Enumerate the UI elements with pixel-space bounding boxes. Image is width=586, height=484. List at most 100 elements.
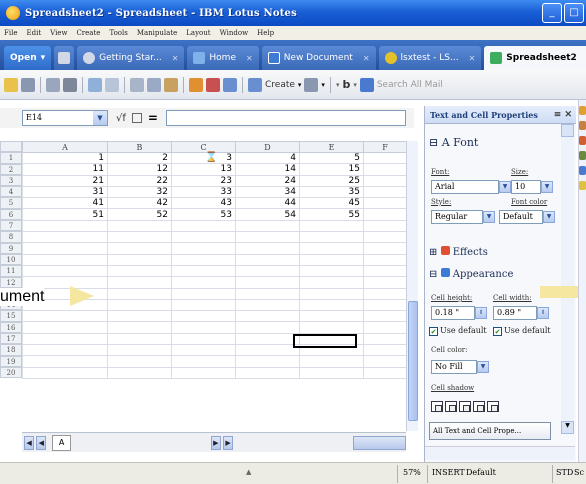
cell[interactable] <box>107 287 172 300</box>
star-icon[interactable] <box>579 181 586 190</box>
cell[interactable]: 25 <box>299 174 364 187</box>
cell[interactable] <box>363 174 407 187</box>
cell[interactable] <box>107 332 172 346</box>
todo-icon[interactable] <box>579 151 586 160</box>
cell[interactable] <box>22 242 108 255</box>
tab-lsxtest[interactable]: lsxtest - LS... ✕ <box>378 46 482 70</box>
cell[interactable] <box>363 231 407 244</box>
use-default-width-checkbox[interactable]: ✔ Use default <box>493 326 551 336</box>
row-header[interactable]: 10 <box>0 253 22 266</box>
cell[interactable]: 45 <box>299 197 364 210</box>
tab-switcher[interactable] <box>54 46 75 70</box>
cell[interactable]: 2 <box>107 151 172 165</box>
cell[interactable] <box>363 242 407 255</box>
sametime-icon[interactable] <box>579 166 586 175</box>
menu-edit[interactable]: Edit <box>26 29 41 37</box>
chevron-down-icon[interactable]: ▼ <box>499 181 511 193</box>
cell[interactable] <box>299 253 364 266</box>
search-input[interactable]: Search All Mail <box>377 80 443 90</box>
chevron-down-icon[interactable]: ▼ <box>483 211 495 223</box>
cell-height-input[interactable]: 0.18 " <box>431 306 475 320</box>
cell[interactable]: 42 <box>107 197 172 210</box>
column-header[interactable]: E <box>299 141 364 153</box>
save-icon[interactable] <box>21 77 35 92</box>
column-header[interactable]: D <box>235 141 300 153</box>
cell[interactable] <box>107 231 172 244</box>
cell[interactable]: 52 <box>107 208 172 221</box>
close-icon[interactable]: ✕ <box>246 54 253 63</box>
cell[interactable] <box>107 355 172 368</box>
row-header[interactable]: 6 <box>0 208 22 221</box>
cell[interactable]: 4 <box>235 151 300 165</box>
row-header[interactable]: 20 <box>0 366 22 379</box>
style-select[interactable]: Regular <box>431 210 483 224</box>
cell[interactable] <box>107 366 172 379</box>
cell[interactable]: 31 <box>22 185 108 199</box>
cell[interactable] <box>363 355 407 368</box>
cell[interactable] <box>171 355 236 368</box>
cell[interactable]: 34 <box>235 185 300 199</box>
print-icon[interactable] <box>63 77 77 92</box>
maximize-button[interactable]: □ <box>564 3 584 23</box>
cell[interactable]: 12 <box>107 163 172 176</box>
cell[interactable] <box>107 298 172 312</box>
font-select[interactable]: Arial <box>431 180 499 194</box>
cell[interactable] <box>235 253 300 266</box>
scrollbar-thumb[interactable] <box>408 301 418 421</box>
cell[interactable] <box>299 242 364 255</box>
cell[interactable] <box>235 219 300 233</box>
column-header[interactable]: B <box>107 141 172 153</box>
cell[interactable] <box>299 321 364 334</box>
menu-view[interactable]: View <box>50 29 67 37</box>
search-scope-icon[interactable] <box>359 77 374 92</box>
cell[interactable] <box>235 298 300 312</box>
column-header[interactable]: A <box>22 141 108 153</box>
bold-button[interactable]: b <box>342 78 350 91</box>
cell[interactable] <box>171 298 236 312</box>
cell[interactable] <box>235 276 300 289</box>
format-icon[interactable] <box>46 77 60 92</box>
chevron-down-icon[interactable]: ▾ <box>298 81 302 89</box>
cell[interactable]: 44 <box>235 197 300 210</box>
tab-spreadsheet2[interactable]: Spreadsheet2✕ <box>484 46 586 70</box>
undo-icon[interactable] <box>88 77 102 92</box>
cell[interactable]: 15 <box>299 163 364 176</box>
cell[interactable] <box>363 321 407 334</box>
cell[interactable] <box>299 276 364 289</box>
cell[interactable] <box>235 344 300 357</box>
scroll-down-icon[interactable]: ▼ <box>561 421 574 434</box>
all-text-cell-properties-button[interactable]: All Text and Cell Prope... <box>429 422 551 440</box>
cell[interactable]: 33 <box>171 185 236 199</box>
cell[interactable] <box>171 332 236 346</box>
cell[interactable] <box>22 276 108 289</box>
cell[interactable] <box>171 219 236 233</box>
cell[interactable] <box>22 219 108 233</box>
row-header[interactable]: 8 <box>0 231 22 243</box>
cell[interactable] <box>22 231 108 244</box>
cell[interactable]: 53 <box>171 208 236 221</box>
column-header[interactable]: C <box>171 141 236 153</box>
cell[interactable]: 1 <box>22 151 108 165</box>
cell[interactable] <box>171 242 236 255</box>
cell[interactable]: 13 <box>171 163 236 176</box>
cell[interactable] <box>299 219 364 233</box>
cell[interactable] <box>22 310 108 323</box>
cell[interactable] <box>171 231 236 244</box>
cell[interactable] <box>299 366 364 379</box>
row-header[interactable]: 3 <box>0 174 22 187</box>
sidebar-menu-icon[interactable]: ≡ ✕ <box>554 106 572 124</box>
cell[interactable] <box>299 287 364 300</box>
calendar-icon[interactable] <box>579 106 586 115</box>
cell[interactable] <box>235 366 300 379</box>
chevron-down-icon[interactable]: ▼ <box>477 361 489 373</box>
cell[interactable] <box>363 208 407 221</box>
contacts-icon[interactable] <box>579 121 586 130</box>
cell[interactable]: 22 <box>107 174 172 187</box>
cut-icon[interactable] <box>130 77 144 92</box>
shadow-top-left-icon[interactable] <box>487 401 499 412</box>
cell[interactable] <box>363 344 407 357</box>
gallery-icon[interactable] <box>206 77 220 92</box>
menu-help[interactable]: Help <box>257 29 274 37</box>
selected-cell[interactable] <box>293 334 357 348</box>
cell[interactable] <box>171 366 236 379</box>
